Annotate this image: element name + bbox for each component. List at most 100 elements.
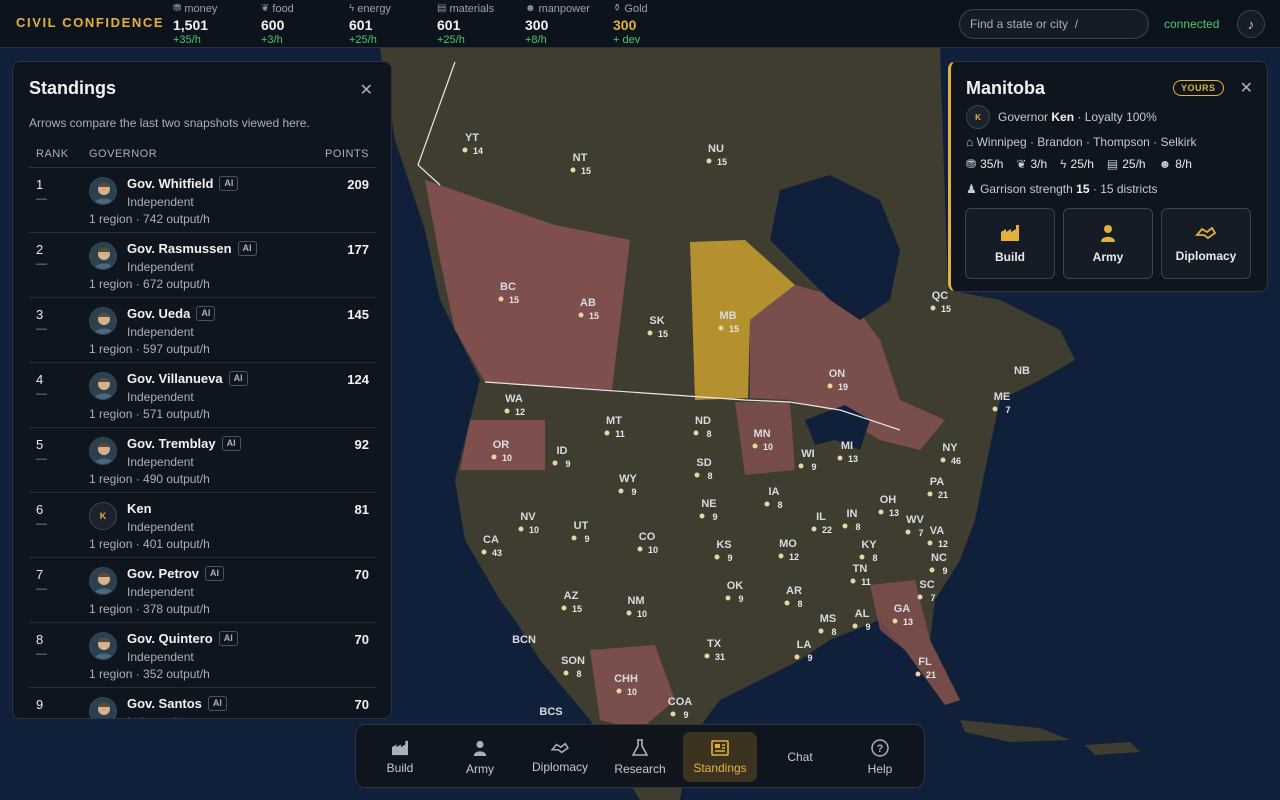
- rank: 4: [36, 372, 44, 387]
- faction: Independent: [127, 260, 194, 274]
- table-row[interactable]: 3 — Gov. Ueda AI Independent 1 region · 5…: [29, 298, 376, 363]
- region-code-label: NM: [627, 595, 644, 607]
- lightning-icon: ϟ: [1060, 157, 1067, 171]
- resource-value: 601: [349, 17, 373, 33]
- diplomacy-button[interactable]: Diplomacy: [1161, 208, 1251, 279]
- garrison-count-label: 10: [529, 525, 539, 535]
- rank-trend: —: [36, 713, 47, 719]
- garrison-icon: [714, 554, 720, 560]
- points: 70: [354, 697, 369, 712]
- nav-army[interactable]: Army: [443, 732, 517, 782]
- garrison-count-label: 8: [831, 627, 836, 637]
- close-icon[interactable]: ✕: [1240, 78, 1253, 98]
- search-input[interactable]: [959, 9, 1149, 39]
- panel-title: Standings: [29, 78, 117, 98]
- rate-food: ❦ 3/h: [1016, 157, 1048, 171]
- faction: Independent: [127, 325, 194, 339]
- resource-value: 1,501: [173, 17, 209, 33]
- garrison-icon: [992, 406, 998, 412]
- region-code-label: MI: [841, 440, 853, 452]
- garrison-icon: [618, 488, 624, 494]
- region-code-label: SK: [649, 315, 664, 327]
- wheat-icon: ❦: [261, 3, 270, 14]
- resource-rate: +3/h: [261, 34, 283, 46]
- garrison-icon: [504, 408, 510, 414]
- loyalty: · Loyalty 100%: [1077, 110, 1157, 124]
- resource-rate: + dev: [613, 34, 641, 46]
- ai-badge: AI: [205, 566, 225, 581]
- governor-name: Gov. Quintero AI: [127, 631, 238, 646]
- ownership-badge: YOURS: [1173, 80, 1224, 96]
- army-button[interactable]: Army: [1063, 208, 1153, 279]
- region-output: 1 region · 672 output/h: [89, 277, 210, 291]
- garrison-icon: [927, 491, 933, 497]
- region-name: Manitoba: [966, 78, 1045, 98]
- rank: 9: [36, 697, 44, 712]
- resource-rate: +8/h: [525, 34, 547, 46]
- garrison-count-label: 7: [918, 528, 923, 538]
- table-row[interactable]: 6 — K Ken Independent 1 region · 401 out…: [29, 493, 376, 558]
- nav-chat[interactable]: Chat: [763, 732, 837, 782]
- app-title: CIVIL CONFIDENCE: [16, 15, 165, 30]
- panel-subtitle: Arrows compare the last two snapshots vi…: [29, 116, 310, 130]
- garrison-count-label: 8: [576, 669, 581, 679]
- region-code-label: CA: [483, 534, 499, 546]
- people-icon: ☻: [525, 3, 536, 14]
- region-code-label: AZ: [564, 590, 579, 602]
- garrison-icon: [725, 595, 731, 601]
- rate-materials: ▤ 25/h: [1106, 157, 1146, 171]
- rank: 5: [36, 437, 44, 452]
- garrison-icon: [578, 312, 584, 318]
- faction: Independent: [127, 585, 194, 599]
- region-code-label: COA: [668, 696, 693, 708]
- nav-standings[interactable]: Standings: [683, 732, 757, 782]
- garrison-icon: [764, 501, 770, 507]
- region-code-label: MT: [606, 415, 622, 427]
- resource-value: 601: [437, 17, 461, 33]
- table-row[interactable]: 1 — Gov. Whitfield AI Independent 1 regio…: [29, 168, 376, 233]
- garrison-icon: [784, 600, 790, 606]
- governor-line: K Governor Ken · Loyalty 100%: [966, 105, 1157, 129]
- table-row[interactable]: 8 — Gov. Quintero AI Independent 1 region…: [29, 623, 376, 688]
- region-code-label: CO: [639, 531, 656, 543]
- faction: Independent: [127, 195, 194, 209]
- garrison-icon: [570, 167, 576, 173]
- garrison-count-label: 7: [930, 593, 935, 603]
- resource-value: 300: [613, 17, 637, 33]
- region-code-label: LA: [797, 639, 812, 651]
- garrison-icon: [878, 509, 884, 515]
- region-rates: ⛃ 35/h ❦ 3/h ϟ 25/h ▤ 25/h ☻ 8/h: [966, 157, 1192, 171]
- region-code-label: IL: [816, 511, 826, 523]
- garrison-count-label: 12: [938, 539, 948, 549]
- garrison-icon: [491, 454, 497, 460]
- region-code-label: ME: [994, 391, 1011, 403]
- garrison-icon: [518, 526, 524, 532]
- ai-badge: AI: [221, 436, 241, 451]
- nav-diplomacy[interactable]: Diplomacy: [523, 732, 597, 782]
- nav-help[interactable]: ? Help: [843, 732, 917, 782]
- music-toggle-button[interactable]: ♪: [1237, 10, 1265, 38]
- resource-energy: ϟ energy 601 +25/h: [349, 2, 391, 47]
- close-icon[interactable]: ✕: [360, 80, 373, 100]
- region-code-label: BC: [500, 281, 516, 293]
- region-panel: Manitoba YOURS ✕ K Governor Ken · Loyalt…: [948, 61, 1268, 292]
- garrison-icon: [752, 443, 758, 449]
- table-row[interactable]: 7 — Gov. Petrov AI Independent 1 region ·…: [29, 558, 376, 623]
- standings-panel: Standings ✕ Arrows compare the last two …: [12, 61, 392, 719]
- region-code-label: MS: [820, 613, 837, 625]
- table-row[interactable]: 2 — Gov. Rasmussen AI Independent 1 regio…: [29, 233, 376, 298]
- table-row[interactable]: 9 — Gov. SantosAI Independent 1 region ·…: [29, 688, 376, 719]
- column-points: POINTS: [325, 148, 369, 160]
- build-button[interactable]: Build: [965, 208, 1055, 279]
- table-row[interactable]: 4 — Gov. Villanueva AI Independent 1 regi…: [29, 363, 376, 428]
- city-list: ⌂ Winnipeg · Brandon · Thompson · Selkir…: [966, 135, 1197, 149]
- garrison-icon: [905, 529, 911, 535]
- bottom-nav: Build Army Diplomacy Research Standings …: [355, 724, 925, 788]
- nav-build[interactable]: Build: [363, 732, 437, 782]
- region-output: 1 region · 597 output/h: [89, 342, 210, 356]
- region-code-label: MB: [719, 310, 736, 322]
- garrison-icon: [670, 711, 676, 717]
- region-code-label: VA: [930, 525, 945, 537]
- nav-research[interactable]: Research: [603, 732, 677, 782]
- table-row[interactable]: 5 — Gov. Tremblay AI Independent 1 region…: [29, 428, 376, 493]
